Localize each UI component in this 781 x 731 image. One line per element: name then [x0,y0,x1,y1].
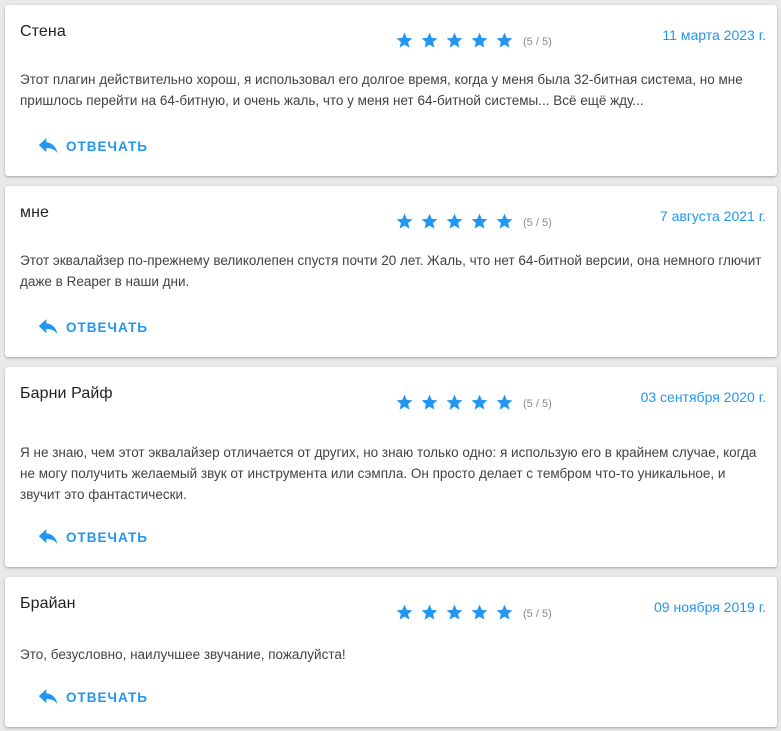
star-icon [445,31,464,50]
star-icon [495,393,514,412]
reply-label: ОТВЕЧАТЬ [66,689,149,705]
reply-button[interactable]: ОТВЕЧАТЬ [38,138,148,154]
star-icon [495,212,514,231]
star-icon [470,603,489,622]
star-icon [445,212,464,231]
review-date: 03 сентября 2020 г. [640,389,766,405]
star-icon [420,31,439,50]
rating-score: (5 / 5) [523,36,552,48]
review-author: мне [20,204,50,221]
rating-stars: (5 / 5) [395,29,552,51]
review-text: Этот эквалайзер по-прежнему великолепен … [20,253,762,289]
reply-icon [38,529,58,545]
review-card: Брайан (5 / 5) 09 ноября 2019 г. Это, бе… [5,577,777,727]
star-icon [470,393,489,412]
reply-label: ОТВЕЧАТЬ [66,319,149,335]
rating-stars: (5 / 5) [395,391,552,413]
star-icon [395,212,414,231]
star-icon [420,393,439,412]
review-author: Барни Райф [20,385,113,402]
review-card: мне (5 / 5) 7 августа 2021 г. Этот эквал… [5,186,777,357]
reply-icon [38,689,58,705]
reply-icon [38,319,58,335]
rating-score: (5 / 5) [523,398,552,410]
reply-label: ОТВЕЧАТЬ [66,138,149,154]
reply-button[interactable]: ОТВЕЧАТЬ [38,319,148,335]
review-author: Стена [20,23,66,40]
star-icon [470,31,489,50]
reply-icon [38,138,58,154]
reply-button[interactable]: ОТВЕЧАТЬ [38,689,148,705]
reply-button[interactable]: ОТВЕЧАТЬ [38,529,148,545]
review-date: 11 марта 2023 г. [662,27,766,43]
star-icon [395,603,414,622]
star-icon [420,212,439,231]
star-icon [445,603,464,622]
star-icon [395,31,414,50]
star-icon [495,603,514,622]
review-date: 7 августа 2021 г. [659,208,766,224]
star-icon [420,603,439,622]
review-date: 09 ноября 2019 г. [654,599,766,615]
review-author: Брайан [20,595,76,612]
star-icon [470,212,489,231]
rating-stars: (5 / 5) [395,210,552,232]
rating-score: (5 / 5) [523,217,552,229]
reviews-list: Стена (5 / 5) 11 марта 2023 г. Этот плаг… [0,0,781,731]
star-icon [395,393,414,412]
rating-score: (5 / 5) [523,608,552,620]
review-card: Барни Райф (5 / 5) 03 сентября 2020 г. Я… [5,367,777,567]
reply-label: ОТВЕЧАТЬ [66,529,149,545]
review-text: Это, безусловно, наилучшее звучание, пож… [20,647,346,662]
review-card: Стена (5 / 5) 11 марта 2023 г. Этот плаг… [5,5,777,176]
review-text: Этот плагин действительно хорош, я испол… [20,72,743,108]
rating-stars: (5 / 5) [395,601,552,623]
star-icon [495,31,514,50]
review-text: Я не знаю, чем этот эквалайзер отличаетс… [20,445,757,502]
star-icon [445,393,464,412]
